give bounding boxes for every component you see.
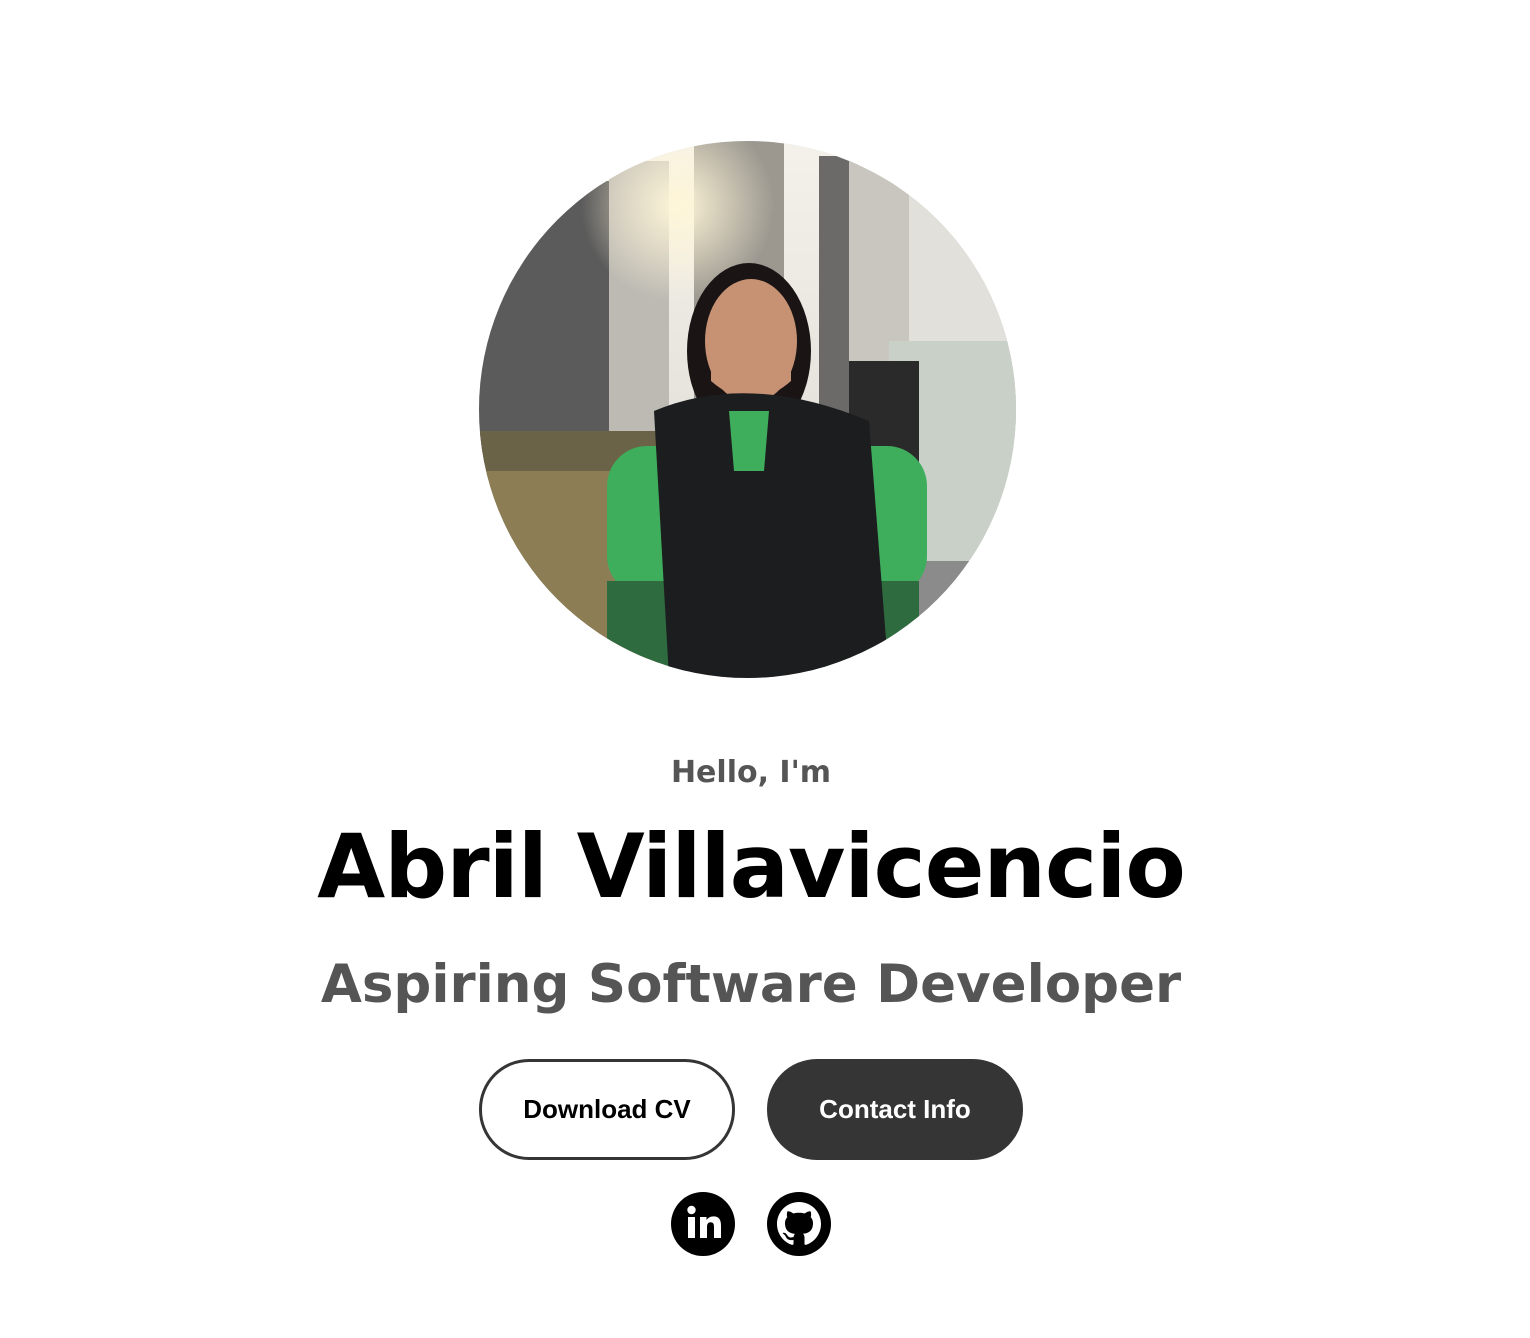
profile-hero: Hello, I'm Abril Villavicencio Aspiring … [0,0,1530,1338]
github-icon [767,1192,831,1256]
profile-photo-image [479,141,1016,678]
profile-name: Abril Villavicencio [317,815,1186,918]
profile-role: Aspiring Software Developer [320,954,1182,1015]
greeting-text: Hello, I'm [670,755,832,790]
linkedin-link[interactable] [671,1192,735,1256]
profile-photo [479,141,1016,678]
contact-info-button[interactable]: Contact Info [767,1059,1023,1160]
download-cv-button[interactable]: Download CV [479,1059,735,1160]
github-link[interactable] [767,1192,831,1256]
linkedin-icon [671,1192,735,1256]
